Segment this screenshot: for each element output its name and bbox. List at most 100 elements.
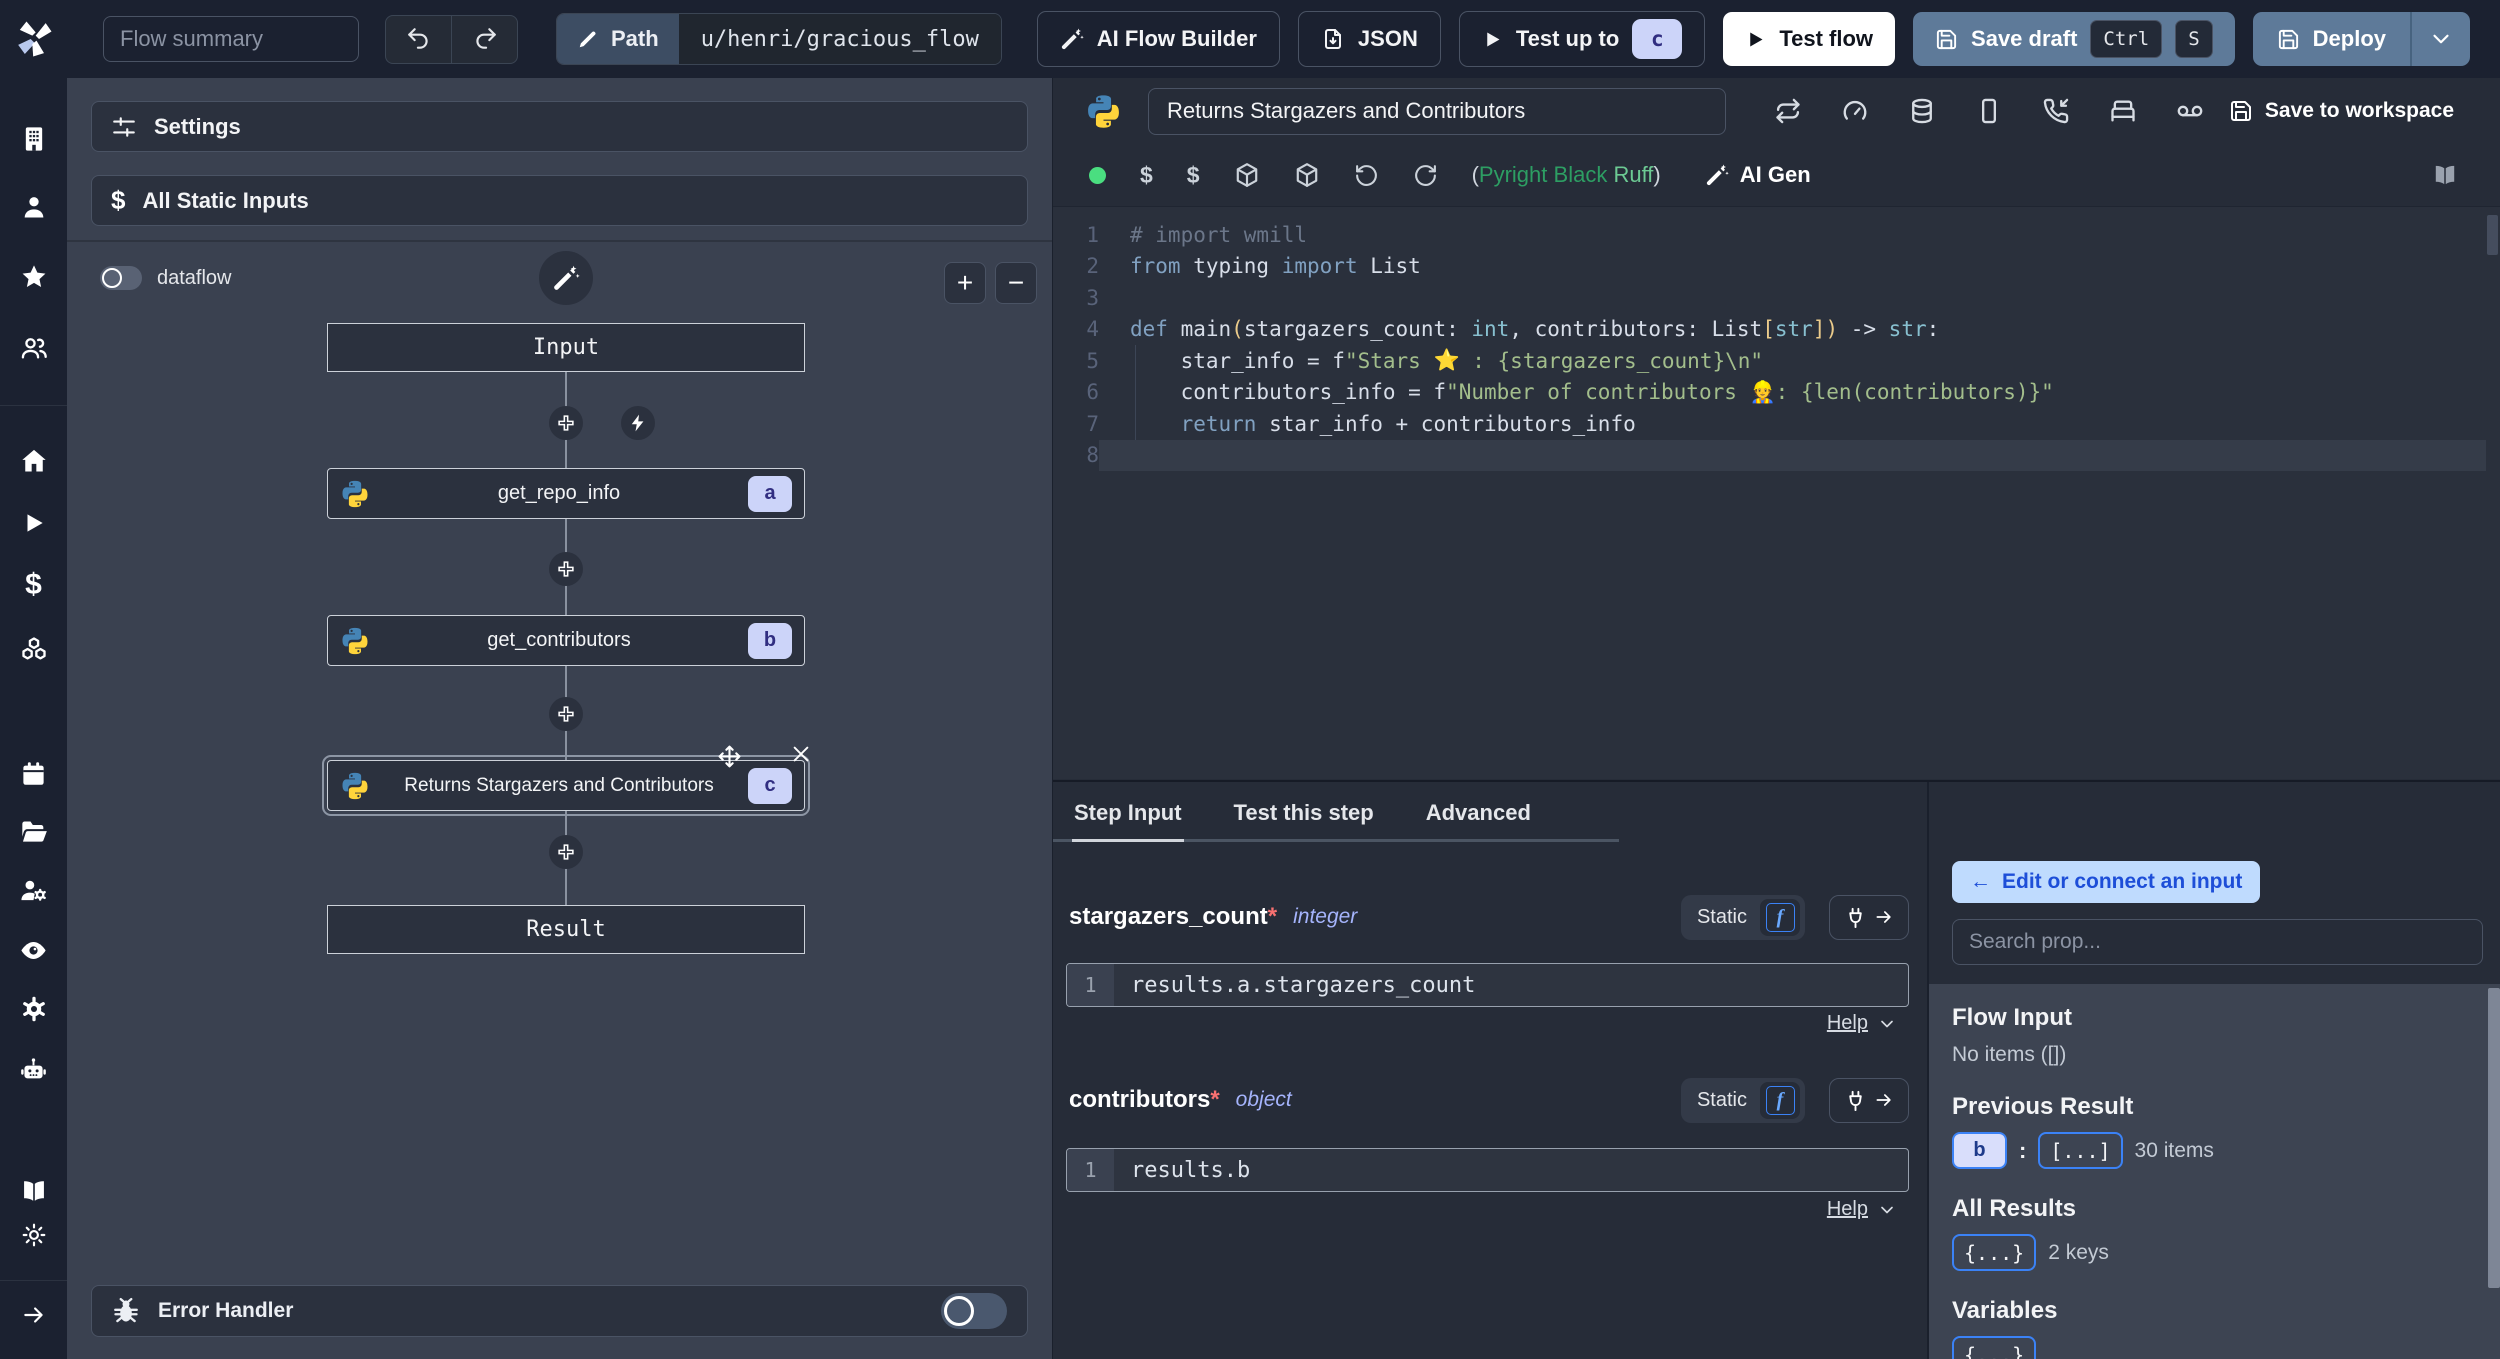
add-step-button[interactable]	[549, 552, 583, 586]
static-mode-toggle[interactable]: Static f	[1680, 894, 1805, 940]
code-line[interactable]: 6 contributors_info = f "Number of contri…	[1053, 377, 2500, 409]
error-handler-toggle[interactable]	[941, 1293, 1007, 1329]
undo-button[interactable]	[386, 16, 451, 63]
tab-advanced[interactable]: Advanced	[1424, 784, 1533, 842]
add-step-button[interactable]	[549, 697, 583, 731]
sidebar-item-schedules[interactable]	[0, 745, 67, 801]
sidebar-item-settings[interactable]	[0, 981, 67, 1037]
sidebar-item-user[interactable]	[0, 179, 67, 235]
sidebar-item-runs[interactable]	[0, 495, 67, 551]
delete-step-button[interactable]	[790, 743, 812, 765]
voicemail-icon[interactable]	[2176, 97, 2204, 125]
repeat-icon[interactable]	[1774, 97, 1802, 125]
sidebar-item-favorites[interactable]	[0, 249, 67, 305]
help-link[interactable]: Help	[1827, 1198, 1897, 1221]
add-trigger-button[interactable]	[621, 406, 655, 440]
code-line[interactable]: 4 def main(stargazers_count: int, contrib…	[1053, 314, 2500, 346]
edit-or-connect-button[interactable]: ← Edit or connect an input	[1952, 861, 2261, 903]
ai-graph-wand-button[interactable]	[539, 251, 593, 305]
previous-result-row: b : [...] 30 items	[1952, 1132, 2500, 1169]
connect-input-button[interactable]	[1829, 1077, 1909, 1123]
sidebar-item-home[interactable]	[0, 433, 67, 489]
arrow-right-icon	[1874, 1090, 1894, 1110]
sidebar-item-workspace[interactable]	[0, 111, 67, 167]
graph-node-step-c-selected[interactable]: Returns Stargazers and Contributors c	[322, 760, 810, 816]
rotate-cw-icon[interactable]	[1413, 163, 1438, 188]
sidebar-item-groups[interactable]	[0, 320, 67, 376]
graph-node-input[interactable]: Input	[327, 323, 805, 372]
zoom-out-button[interactable]: −	[995, 262, 1037, 304]
test-flow-button[interactable]: Test flow	[1723, 12, 1896, 66]
phone-incoming-icon[interactable]	[2042, 97, 2070, 125]
sidebar-item-workers[interactable]	[0, 862, 67, 918]
windmill-logo[interactable]	[0, 0, 67, 78]
tab-test-this-step[interactable]: Test this step	[1232, 784, 1376, 842]
bed-icon[interactable]	[2109, 97, 2137, 125]
code-line[interactable]: 1 # import wmill	[1053, 219, 2500, 251]
add-step-button[interactable]	[549, 835, 583, 869]
connect-input-button[interactable]: :	[1829, 894, 1909, 940]
save-draft-button[interactable]: Save draft Ctrl S	[1913, 12, 2235, 66]
dollar-icon[interactable]: $	[1140, 162, 1153, 189]
tab-step-input[interactable]: Step Input	[1072, 784, 1184, 842]
deploy-button[interactable]: Deploy	[2252, 12, 2410, 66]
step-title-input[interactable]	[1148, 87, 1726, 135]
result-key-badge[interactable]: b	[1952, 1132, 2007, 1169]
rotate-ccw-icon[interactable]	[1354, 163, 1379, 188]
code-line[interactable]: 2 from typing import List	[1053, 251, 2500, 283]
docs-book-icon[interactable]	[2432, 162, 2458, 188]
deploy-more-button[interactable]	[2410, 12, 2470, 66]
code-line[interactable]: 5 star_info = f "Stars ⭐ : {stargazers_co…	[1053, 345, 2500, 377]
add-step-button[interactable]	[549, 406, 583, 440]
prop-search-input[interactable]	[1952, 919, 2483, 965]
arg-type: object	[1235, 1088, 1292, 1111]
all-static-inputs-button[interactable]: $ All Static Inputs	[91, 175, 1028, 226]
code-editor[interactable]: 1 # import wmill 2 from typing import List 3…	[1053, 207, 2500, 779]
expr-editor-contributors[interactable]: 1 results.b	[1066, 1148, 1909, 1192]
code-line[interactable]: 8	[1053, 439, 2500, 471]
graph-node-step-b[interactable]: get_contributors b	[327, 615, 805, 666]
static-mode-toggle[interactable]: Static f	[1680, 1077, 1805, 1123]
object-collapse-badge[interactable]: {...}	[1952, 1234, 2037, 1271]
props-scrollbar[interactable]	[2488, 988, 2500, 1288]
dollar-icon[interactable]: $	[1187, 162, 1200, 189]
function-mode-chip[interactable]: f	[1760, 1081, 1800, 1119]
play-icon	[1745, 29, 1766, 50]
expr-editor-stargazers[interactable]: 1 results.a.stargazers_count	[1066, 963, 1909, 1007]
tablet-icon[interactable]	[1975, 97, 2003, 125]
function-mode-chip[interactable]: f	[1760, 898, 1800, 936]
sidebar-expand-button[interactable]	[0, 1287, 67, 1343]
sidebar-item-folders[interactable]	[0, 804, 67, 860]
path-value[interactable]: u/henri/gracious_flow	[678, 14, 1001, 64]
object-collapse-badge[interactable]: {...}	[1952, 1336, 2037, 1359]
error-handler-row[interactable]: Error Handler	[91, 1285, 1028, 1337]
sidebar-item-resources[interactable]	[0, 621, 67, 677]
dataflow-toggle[interactable]	[100, 266, 142, 290]
flow-settings-button[interactable]: Settings	[91, 101, 1028, 152]
json-button[interactable]: JSON	[1297, 11, 1441, 67]
code-line[interactable]: 7 return star_info + contributors_info	[1053, 408, 2500, 440]
array-collapse-badge[interactable]: [...]	[2038, 1132, 2123, 1169]
redo-button[interactable]	[451, 15, 517, 63]
help-link[interactable]: Help	[1827, 1012, 1897, 1035]
package-icon[interactable]	[1234, 162, 1260, 188]
sidebar-item-ai[interactable]	[0, 1042, 67, 1098]
move-step-handle[interactable]	[717, 744, 742, 769]
database-icon[interactable]	[1908, 97, 1936, 125]
sidebar-item-theme[interactable]	[0, 1207, 67, 1263]
ai-gen-button[interactable]: AI Gen	[1705, 162, 1811, 188]
sidebar-item-variables[interactable]: $	[0, 557, 67, 613]
path-editor[interactable]: Path u/henri/gracious_flow	[556, 13, 1002, 65]
graph-node-step-a[interactable]: get_repo_info a	[327, 468, 805, 519]
gauge-icon[interactable]	[1841, 97, 1869, 125]
zoom-in-button[interactable]: +	[944, 262, 986, 304]
sidebar-item-audit-logs[interactable]	[0, 922, 67, 978]
graph-node-result[interactable]: Result	[327, 905, 805, 954]
package-icon[interactable]	[1294, 162, 1320, 188]
flow-summary-input[interactable]	[103, 16, 359, 62]
save-to-workspace-button[interactable]: Save to workspace	[2229, 99, 2454, 123]
test-up-to-button[interactable]: Test up to c	[1458, 11, 1706, 67]
ai-flow-builder-button[interactable]: AI Flow Builder	[1036, 11, 1280, 67]
editor-scrollbar[interactable]	[2487, 215, 2498, 255]
code-line[interactable]: 3	[1053, 282, 2500, 314]
